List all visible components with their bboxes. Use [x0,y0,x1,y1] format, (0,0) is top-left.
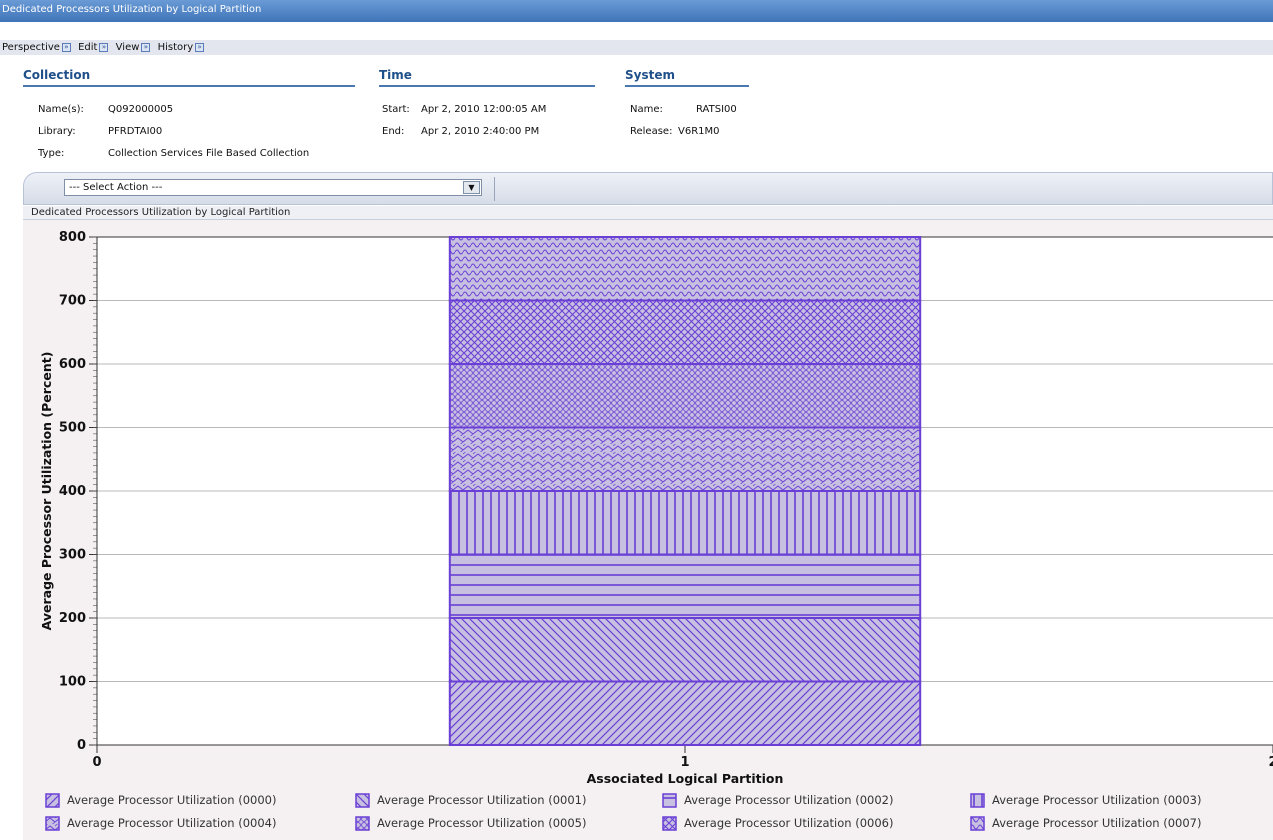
double-chevron-icon: » [99,42,109,52]
legend-label: Average Processor Utilization (0005) [377,816,587,830]
x-tick-label: 1 [680,755,689,770]
bar-segment-5[interactable] [448,363,922,429]
time-end-row: End: Apr 2, 2010 2:40:00 PM [382,126,539,137]
window-title-bar: Dedicated Processors Utilization by Logi… [0,0,1273,22]
collection-name-label: Name(s): [38,104,84,115]
collection-library-value: PFRDTAI00 [108,126,163,137]
legend-swatch [355,793,370,808]
window-title: Dedicated Processors Utilization by Logi… [2,4,262,15]
y-tick-label: 700 [59,294,86,309]
legend-label: Average Processor Utilization (0006) [684,816,894,830]
legend-label: Average Processor Utilization (0000) [67,793,277,807]
legend-label: Average Processor Utilization (0004) [67,816,277,830]
legend-swatch [970,816,985,831]
legend-swatch [355,816,370,831]
y-tick-label: 200 [59,611,86,626]
system-heading: System [625,68,749,87]
action-toolbar: --- Select Action --- ▼ [23,172,1273,205]
system-release-label: Release: [630,126,673,137]
system-release-row: Release: V6R1M0 [630,126,720,137]
legend-label: Average Processor Utilization (0002) [684,793,894,807]
select-action-dropdown[interactable]: --- Select Action --- ▼ [64,179,482,196]
x-tick-label: 0 [92,755,101,770]
legend-item: Average Processor Utilization (0007) [970,816,1201,831]
menu-label: View [115,42,140,53]
collection-type-row: Type: Collection Services File Based Coll… [38,148,309,159]
legend-item: Average Processor Utilization (0006) [662,816,893,831]
y-tick-label: 300 [59,548,86,563]
menu-view[interactable]: View» [116,42,151,53]
system-name-value: RATSI00 [696,104,737,115]
chart-container: 0 100 200 300 400 500 600 700 800 0 1 2 Associated L… [23,220,1273,840]
collection-type-label: Type: [38,148,65,159]
legend-label: Average Processor Utilization (0007) [992,816,1202,830]
legend-item: Average Processor Utilization (0003) [970,793,1201,808]
time-heading: Time [379,68,595,87]
chevron-down-icon[interactable]: ▼ [463,181,480,194]
perspective-menu-bar: Perspective» Edit» View» History» [0,40,1273,55]
y-tick-label: 800 [59,230,86,245]
system-name-label: Name: [630,104,663,115]
collection-heading: Collection [23,68,355,87]
bar-segment-6[interactable] [448,299,922,365]
legend-item: Average Processor Utilization (0002) [662,793,893,808]
collection-library-row: Library: PFRDTAI00 [38,126,162,137]
x-axis-title: Associated Logical Partition [587,771,784,786]
legend-swatch [45,793,60,808]
time-end-value: Apr 2, 2010 2:40:00 PM [421,126,540,137]
bar-segment-3[interactable] [448,490,922,556]
menu-label: History [157,42,194,53]
collection-library-label: Library: [38,126,76,137]
system-name-row: Name: RATSI00 [630,104,737,115]
chart-panel-header: Dedicated Processors Utilization by Logi… [23,206,1273,220]
bar-segment-2[interactable] [448,553,922,619]
menu-label: Edit [78,42,98,53]
collection-name-value: Q092000005 [108,104,174,115]
menu-label: Perspective [2,42,60,53]
toolbar-divider [494,177,495,201]
legend-swatch [662,793,677,808]
menu-edit[interactable]: Edit» [78,42,109,53]
y-tick-label: 100 [59,675,86,690]
double-chevron-icon: » [141,42,151,52]
y-tick-label: 600 [59,357,86,372]
legend-item: Average Processor Utilization (0004) [45,816,276,831]
x-tick-label: 2 [1268,755,1273,770]
legend-item: Average Processor Utilization (0000) [45,793,276,808]
y-axis-title: Average Processor Utilization (Percent) [39,352,54,631]
y-tick-label: 500 [59,421,86,436]
bar-segment-1[interactable] [448,617,922,683]
menu-perspective[interactable]: Perspective» [2,42,71,53]
y-tick-label: 0 [77,738,86,753]
collection-type-value: Collection Services File Based Collectio… [108,148,310,159]
select-action-value: --- Select Action --- [69,182,163,193]
legend-item: Average Processor Utilization (0005) [355,816,586,831]
time-end-label: End: [382,126,405,137]
legend-swatch [970,793,985,808]
system-release-value: V6R1M0 [678,126,720,137]
legend-swatch [45,816,60,831]
double-chevron-icon: » [61,42,71,52]
y-tick-label: 400 [59,484,86,499]
bar-segment-7[interactable] [448,236,922,302]
time-start-value: Apr 2, 2010 12:00:05 AM [421,104,547,115]
bar-segment-0[interactable] [448,680,922,746]
stacked-bar-chart: 0 100 200 300 400 500 600 700 800 0 1 2 Associated L… [39,230,1273,786]
legend-item: Average Processor Utilization (0001) [355,793,586,808]
legend-swatch [662,816,677,831]
double-chevron-icon: » [195,42,205,52]
time-start-label: Start: [382,104,410,115]
chart-panel-title: Dedicated Processors Utilization by Logi… [31,207,291,218]
menu-history[interactable]: History» [158,42,205,53]
chart-legend: Average Processor Utilization (0000) Aver… [45,793,1273,837]
legend-label: Average Processor Utilization (0003) [992,793,1202,807]
time-start-row: Start: Apr 2, 2010 12:00:05 AM [382,104,546,115]
bar-segment-4[interactable] [448,426,922,492]
collection-name-row: Name(s): Q092000005 [38,104,173,115]
legend-label: Average Processor Utilization (0001) [377,793,587,807]
